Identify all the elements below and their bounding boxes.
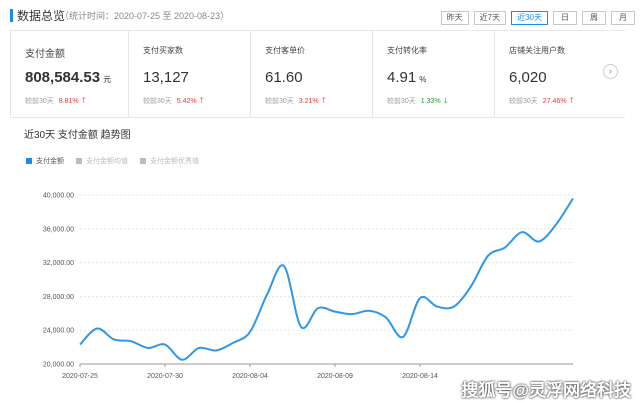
range-day-button[interactable]: 日 [553,11,577,25]
metric-value: 61.60 [265,69,303,86]
metric-compare: 较前30天 8.81% 🡑 [25,95,86,109]
legend-item-excellent[interactable]: 支付金额优秀值 [140,156,199,166]
range-month-button[interactable]: 月 [611,11,635,25]
x-tick-label: 2020-07-30 [147,373,183,380]
metric-value: 13,127 [143,69,189,86]
metric-card-payment-amount[interactable]: 支付金额 808,584.53 元 较前30天 8.81% 🡑 [10,31,129,117]
range-week-button[interactable]: 周 [582,11,606,25]
legend-swatch-icon [76,158,82,164]
arrow-up-icon: 🡑 [199,96,204,105]
arrow-up-icon: 🡑 [321,96,326,105]
time-range-selector: 昨天 近7天 近30天 日 周 月 [440,11,635,25]
range-7days-button[interactable]: 近7天 [473,11,507,25]
watermark: 搜狐号@灵浮网络科技 [461,381,631,400]
stat-period: （统计时间：2020-07-25 至 2020-08-23） [60,11,230,21]
legend-item-payment[interactable]: 支付金额 [26,156,64,166]
legend-swatch-icon [140,158,146,164]
series-line-payment [79,197,574,361]
arrow-down-icon: 🡓 [443,96,448,105]
y-tick-label: 36,000.00 [43,226,74,233]
chart-legend: 支付金额 支付金额均值 支付金额优秀值 [26,156,199,166]
metric-compare: 较前30天 27.46% 🡑 [509,95,574,109]
metric-value: 808,584.53 元 [25,69,112,86]
y-tick-label: 32,000.00 [43,260,74,267]
metric-label: 支付客单价 [265,46,305,55]
metric-compare: 较前30天 5.42% 🡑 [143,95,204,109]
metric-value: 4.91% [387,69,427,86]
metric-compare: 较前30天 3.21% 🡑 [265,95,326,109]
arrow-up-icon: 🡑 [81,96,86,105]
metric-value: 6,020 [509,69,547,86]
metric-label: 支付金额 [25,49,65,60]
y-tick-label: 40,000.00 [43,193,74,200]
range-yesterday-button[interactable]: 昨天 [440,11,469,25]
metric-card-avg-order-value[interactable]: 支付客单价 61.60 较前30天 3.21% 🡑 [251,31,373,117]
y-tick-label: 20,000.00 [43,362,74,369]
page-title: 数据总览 [17,9,66,23]
arrow-up-icon: 🡑 [569,96,574,105]
title-accent-bar [10,9,13,22]
x-tick-label: 2020-08-09 [317,373,353,380]
y-tick-label: 28,000.00 [43,294,74,301]
chart-title: 近30天 支付金额 趋势图 [24,130,131,141]
overview-header: 数据总览 （统计时间：2020-07-25 至 2020-08-23） 昨天 近… [0,0,641,30]
y-tick-label: 24,000.00 [43,328,74,335]
chevron-right-icon[interactable]: › [603,64,618,79]
x-tick-label: 2020-08-04 [232,373,268,380]
payment-trend-chart[interactable]: 20,000.00 24,000.00 28,000.00 32,000.00 36,0… [0,170,641,402]
x-tick-label: 2020-08-14 [402,373,438,380]
legend-item-average[interactable]: 支付金额均值 [76,156,128,166]
metric-card-conversion-rate[interactable]: 支付转化率 4.91% 较前30天 1.33% 🡓 [373,31,495,117]
metric-card-buyers[interactable]: 支付买家数 13,127 较前30天 5.42% 🡑 [129,31,251,117]
metric-label: 店铺关注用户数 [509,46,565,55]
metric-label: 支付买家数 [143,46,183,55]
metric-label: 支付转化率 [387,46,427,55]
metric-compare: 较前30天 1.33% 🡓 [387,95,448,109]
metrics-row: 支付金额 808,584.53 元 较前30天 8.81% 🡑 支付买家数 13,12… [10,30,625,118]
x-tick-label: 2020-07-25 [62,373,98,380]
legend-swatch-icon [26,158,32,164]
range-30days-button[interactable]: 近30天 [511,11,548,25]
